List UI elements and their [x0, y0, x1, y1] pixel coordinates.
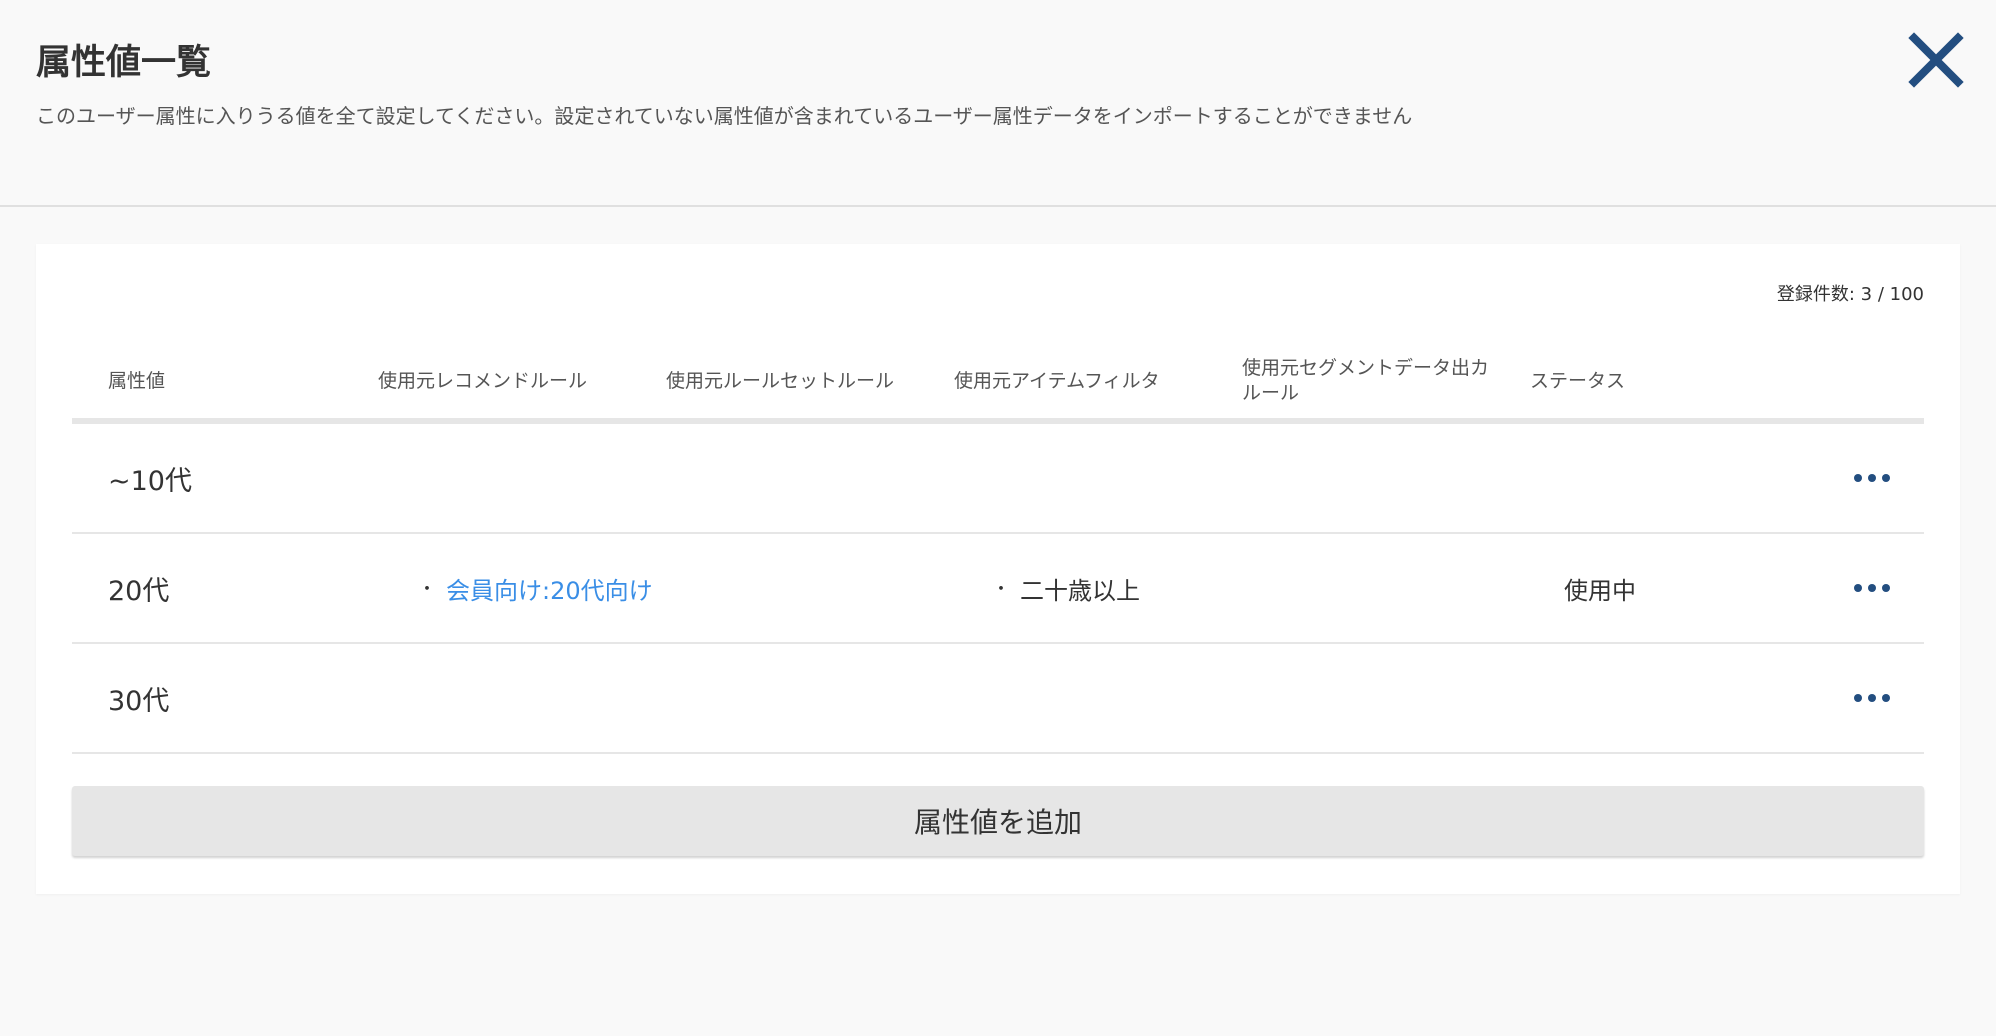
column-header-recommend-rule: 使用元レコメンドルール: [378, 369, 588, 392]
close-x-icon: [1908, 32, 1964, 88]
row-more-button[interactable]: [1852, 460, 1892, 496]
more-horizontal-icon: [1854, 694, 1862, 702]
more-horizontal-icon: [1854, 474, 1862, 482]
recommend-rule-link[interactable]: 会員向け:20代向け: [446, 571, 653, 606]
table-row: 30代: [72, 644, 1924, 754]
item-filter-cell: ・ 二十歳以上: [992, 534, 1140, 642]
column-header-ruleset-rule: 使用元ルールセットルール: [666, 369, 895, 392]
row-more-button[interactable]: [1852, 570, 1892, 606]
add-attribute-value-button[interactable]: 属性値を追加: [72, 786, 1924, 856]
attribute-value: 30代: [108, 685, 170, 717]
more-dot: [1882, 584, 1890, 592]
modal-header: 属性値一覧 このユーザー属性に入りうる値を全て設定してください。設定されていない…: [0, 0, 1996, 207]
bullet: ・: [418, 579, 436, 600]
bullet: ・: [992, 579, 1010, 600]
close-button[interactable]: [1908, 32, 1964, 88]
table-row: ~10代: [72, 424, 1924, 534]
attribute-values-card: 登録件数: 3 / 100 属性値 使用元レコメンドルール 使用元ルールセットル…: [36, 244, 1960, 894]
item-filter-text: 二十歳以上: [1020, 576, 1140, 605]
attribute-value: ~10代: [108, 465, 192, 497]
column-header-segment-rule: 使用元セグメントデータ出カルール: [1242, 357, 1490, 404]
attribute-value: 20代: [108, 575, 170, 607]
column-header-value: 属性値: [108, 369, 166, 392]
table-header: 属性値 使用元レコメンドルール 使用元ルールセットルール 使用元アイテムフィルタ…: [72, 344, 1924, 424]
row-more-button[interactable]: [1852, 680, 1892, 716]
more-dot: [1868, 474, 1876, 482]
table-row: 20代 ・ 会員向け:20代向け ・ 二十歳以上 使用中: [72, 534, 1924, 644]
column-header-status: ステータス: [1530, 369, 1626, 392]
status-text: 使用中: [1564, 576, 1636, 605]
page-title: 属性値一覧: [36, 43, 212, 83]
more-dot: [1882, 474, 1890, 482]
more-dot: [1868, 584, 1876, 592]
column-header-item-filter: 使用元アイテムフィルタ: [954, 369, 1160, 392]
more-dot: [1882, 694, 1890, 702]
page-description: このユーザー属性に入りうる値を全て設定してください。設定されていない属性値が含ま…: [36, 104, 1413, 128]
more-horizontal-icon: [1854, 584, 1862, 592]
registration-count: 登録件数: 3 / 100: [1776, 284, 1924, 305]
recommend-rule-cell: ・ 会員向け:20代向け: [418, 534, 653, 642]
more-dot: [1868, 694, 1876, 702]
